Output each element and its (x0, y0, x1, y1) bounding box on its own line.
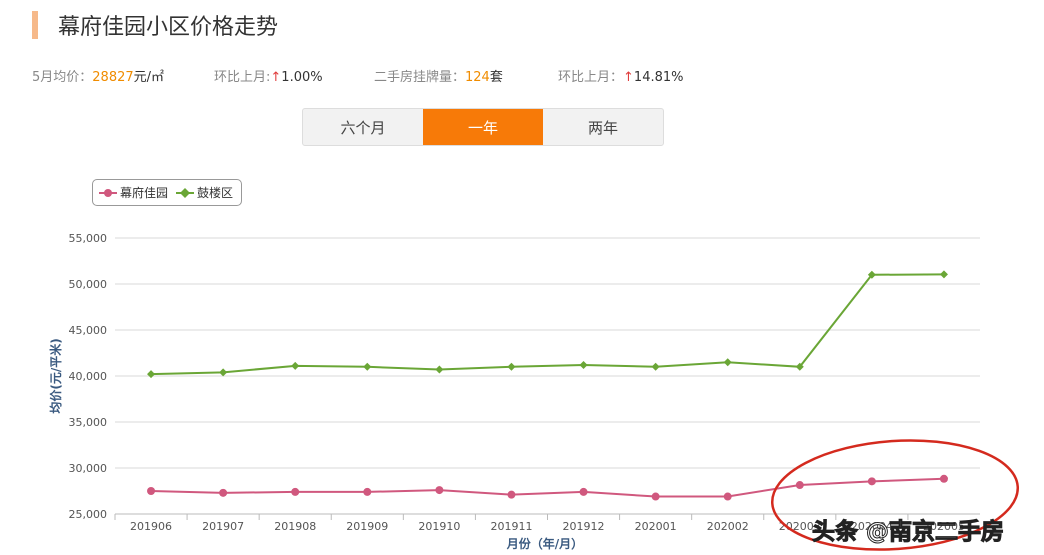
data-point (291, 487, 300, 496)
watermark: 头条 @南京二手房 (811, 519, 1005, 546)
data-point (363, 362, 372, 371)
x-tick-label: 201906 (130, 520, 172, 533)
data-point (507, 362, 516, 371)
y-tick-label: 45,000 (69, 324, 108, 337)
x-tick-label: 202002 (707, 520, 749, 533)
y-tick-label: 50,000 (69, 278, 108, 291)
data-point (147, 370, 156, 379)
data-point (939, 474, 948, 483)
data-point (795, 481, 804, 490)
data-point (723, 358, 732, 367)
data-point (363, 487, 372, 496)
data-point (219, 488, 228, 497)
x-tick-label: 201907 (202, 520, 244, 533)
y-axis-title: 均价(元/平米) (48, 338, 63, 413)
data-point (939, 270, 948, 279)
series-line (151, 477, 944, 498)
x-tick-label: 201909 (346, 520, 388, 533)
x-axis-title: 月份（年/月） (506, 536, 583, 551)
y-tick-label: 25,000 (69, 508, 108, 521)
x-tick-label: 201910 (418, 520, 460, 533)
data-point (579, 487, 588, 496)
x-tick-label: 202001 (635, 520, 677, 533)
x-tick-label: 201912 (563, 520, 605, 533)
data-point (651, 492, 660, 501)
data-point (507, 490, 516, 499)
data-point (147, 487, 156, 495)
data-point (435, 365, 444, 374)
data-point (723, 492, 732, 501)
data-point (579, 360, 588, 369)
data-point (435, 486, 444, 495)
series-line (151, 273, 944, 376)
x-tick-label: 201908 (274, 520, 316, 533)
price-line-chart: 25,000 30,000 35,000 40,000 45,000 50,000 55,0… (48, 232, 1020, 551)
data-point (291, 361, 300, 370)
x-tick-label: 201911 (490, 520, 532, 533)
y-tick-label: 30,000 (69, 462, 108, 475)
data-point (219, 368, 228, 377)
data-point (651, 362, 660, 371)
y-tick-label: 55,000 (69, 232, 108, 245)
data-point (867, 477, 876, 486)
y-tick-label: 35,000 (69, 416, 108, 429)
y-tick-label: 40,000 (69, 370, 108, 383)
